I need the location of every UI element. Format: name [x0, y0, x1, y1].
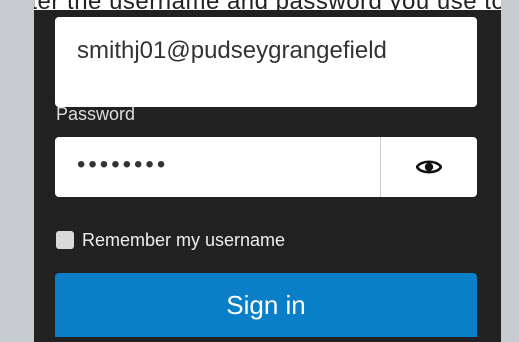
background-left — [0, 0, 34, 342]
password-input[interactable]: •••••••• — [55, 137, 380, 197]
remember-username-row: Remember my username — [56, 228, 285, 252]
instruction-text: Enter the username and password you use … — [0, 0, 519, 10]
background-right — [501, 0, 519, 342]
sign-in-button[interactable]: Sign in — [55, 273, 477, 337]
remember-username-checkbox[interactable] — [56, 231, 74, 249]
eye-icon — [416, 160, 442, 174]
password-field-group: •••••••• — [55, 137, 477, 197]
password-label: Password — [56, 104, 136, 124]
remember-username-label[interactable]: Remember my username — [82, 230, 285, 251]
show-password-button[interactable] — [381, 137, 477, 197]
username-input[interactable]: smithj01@pudseygrangefield — [55, 17, 477, 107]
